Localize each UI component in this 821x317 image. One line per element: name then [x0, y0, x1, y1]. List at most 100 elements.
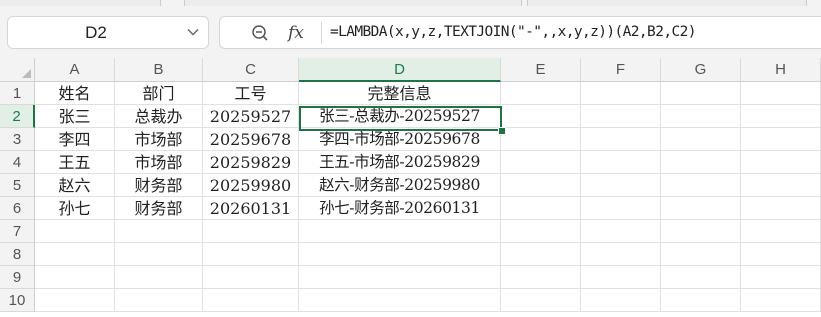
cell-a6[interactable]: 孙七	[35, 197, 115, 220]
cell-f4[interactable]	[581, 151, 661, 174]
column-header-f[interactable]: F	[581, 58, 661, 82]
cell-g6[interactable]	[661, 197, 741, 220]
cell-g9[interactable]	[661, 266, 741, 289]
cell-h8[interactable]	[741, 243, 821, 266]
column-header-d[interactable]: D	[299, 58, 501, 82]
cell-f6[interactable]	[581, 197, 661, 220]
row-header-10[interactable]: 10	[0, 289, 35, 312]
cell-b8[interactable]	[115, 243, 203, 266]
cell-g3[interactable]	[661, 128, 741, 151]
cell-h1[interactable]	[741, 82, 821, 105]
formula-input[interactable]: =LAMBDA(x,y,z,TEXTJOIN("-",,x,y,z))(A2,B…	[330, 17, 696, 48]
row-header-1[interactable]: 1	[0, 82, 35, 105]
cell-e8[interactable]	[501, 243, 581, 266]
cell-c10[interactable]	[203, 289, 299, 312]
cell-f7[interactable]	[581, 220, 661, 243]
cell-d7[interactable]	[299, 220, 501, 243]
cell-h10[interactable]	[741, 289, 821, 312]
cell-e3[interactable]	[501, 128, 581, 151]
cell-b10[interactable]	[115, 289, 203, 312]
cell-f10[interactable]	[581, 289, 661, 312]
cell-d1[interactable]: 完整信息	[299, 82, 501, 105]
cell-b1[interactable]: 部门	[115, 82, 203, 105]
cell-d8[interactable]	[299, 243, 501, 266]
cell-b9[interactable]	[115, 266, 203, 289]
column-header-e[interactable]: E	[501, 58, 581, 82]
cell-c5[interactable]: 20259980	[203, 174, 299, 197]
cell-d9[interactable]	[299, 266, 501, 289]
row-header-8[interactable]: 8	[0, 243, 35, 266]
row-header-7[interactable]: 7	[0, 220, 35, 243]
column-header-b[interactable]: B	[115, 58, 203, 82]
select-all-corner[interactable]	[0, 58, 35, 82]
cell-b5[interactable]: 财务部	[115, 174, 203, 197]
cell-a10[interactable]	[35, 289, 115, 312]
cell-c2[interactable]: 20259527	[203, 105, 299, 128]
cell-a9[interactable]	[35, 266, 115, 289]
fill-handle[interactable]	[498, 127, 506, 135]
cell-b3[interactable]: 市场部	[115, 128, 203, 151]
row-header-6[interactable]: 6	[0, 197, 35, 220]
cell-e4[interactable]	[501, 151, 581, 174]
cell-c9[interactable]	[203, 266, 299, 289]
cell-b4[interactable]: 市场部	[115, 151, 203, 174]
cell-f1[interactable]	[581, 82, 661, 105]
cell-f9[interactable]	[581, 266, 661, 289]
cell-e2[interactable]	[501, 105, 581, 128]
cell-c3[interactable]: 20259678	[203, 128, 299, 151]
cell-f3[interactable]	[581, 128, 661, 151]
cell-c6[interactable]: 20260131	[203, 197, 299, 220]
cell-h7[interactable]	[741, 220, 821, 243]
cell-a1[interactable]: 姓名	[35, 82, 115, 105]
column-header-a[interactable]: A	[35, 58, 115, 82]
cell-d2[interactable]: 张三-总裁办-20259527	[299, 105, 501, 128]
cell-c8[interactable]	[203, 243, 299, 266]
cell-c4[interactable]: 20259829	[203, 151, 299, 174]
cell-h4[interactable]	[741, 151, 821, 174]
cell-c1[interactable]: 工号	[203, 82, 299, 105]
cell-d10[interactable]	[299, 289, 501, 312]
cell-h2[interactable]	[741, 105, 821, 128]
cell-e6[interactable]	[501, 197, 581, 220]
cell-g5[interactable]	[661, 174, 741, 197]
row-header-2[interactable]: 2	[0, 105, 35, 128]
row-header-3[interactable]: 3	[0, 128, 35, 151]
cell-e7[interactable]	[501, 220, 581, 243]
cell-f8[interactable]	[581, 243, 661, 266]
cell-h9[interactable]	[741, 266, 821, 289]
cell-f5[interactable]	[581, 174, 661, 197]
name-box[interactable]: D2	[7, 16, 209, 49]
cell-g8[interactable]	[661, 243, 741, 266]
cell-e1[interactable]	[501, 82, 581, 105]
cell-c7[interactable]	[203, 220, 299, 243]
cell-b2[interactable]: 总裁办	[115, 105, 203, 128]
cell-d4[interactable]: 王五-市场部-20259829	[299, 151, 501, 174]
chevron-down-icon[interactable]	[186, 25, 200, 39]
cell-a8[interactable]	[35, 243, 115, 266]
name-box-value[interactable]: D2	[8, 17, 184, 48]
cell-h3[interactable]	[741, 128, 821, 151]
row-header-4[interactable]: 4	[0, 151, 35, 174]
cell-d5[interactable]: 赵六-财务部-20259980	[299, 174, 501, 197]
cell-g1[interactable]	[661, 82, 741, 105]
cell-e10[interactable]	[501, 289, 581, 312]
cell-a3[interactable]: 李四	[35, 128, 115, 151]
cell-f2[interactable]	[581, 105, 661, 128]
cell-a4[interactable]: 王五	[35, 151, 115, 174]
cell-g10[interactable]	[661, 289, 741, 312]
cell-d3[interactable]: 李四-市场部-20259678	[299, 128, 501, 151]
cell-g4[interactable]	[661, 151, 741, 174]
cell-h5[interactable]	[741, 174, 821, 197]
column-header-c[interactable]: C	[203, 58, 299, 82]
cell-d6[interactable]: 孙七-财务部-20260131	[299, 197, 501, 220]
column-header-h[interactable]: H	[741, 58, 821, 82]
cell-a2[interactable]: 张三	[35, 105, 115, 128]
cell-g2[interactable]	[661, 105, 741, 128]
cell-b7[interactable]	[115, 220, 203, 243]
row-header-5[interactable]: 5	[0, 174, 35, 197]
zoom-out-icon[interactable]	[251, 24, 269, 42]
column-header-g[interactable]: G	[661, 58, 741, 82]
cell-a7[interactable]	[35, 220, 115, 243]
row-header-9[interactable]: 9	[0, 266, 35, 289]
cell-h6[interactable]	[741, 197, 821, 220]
